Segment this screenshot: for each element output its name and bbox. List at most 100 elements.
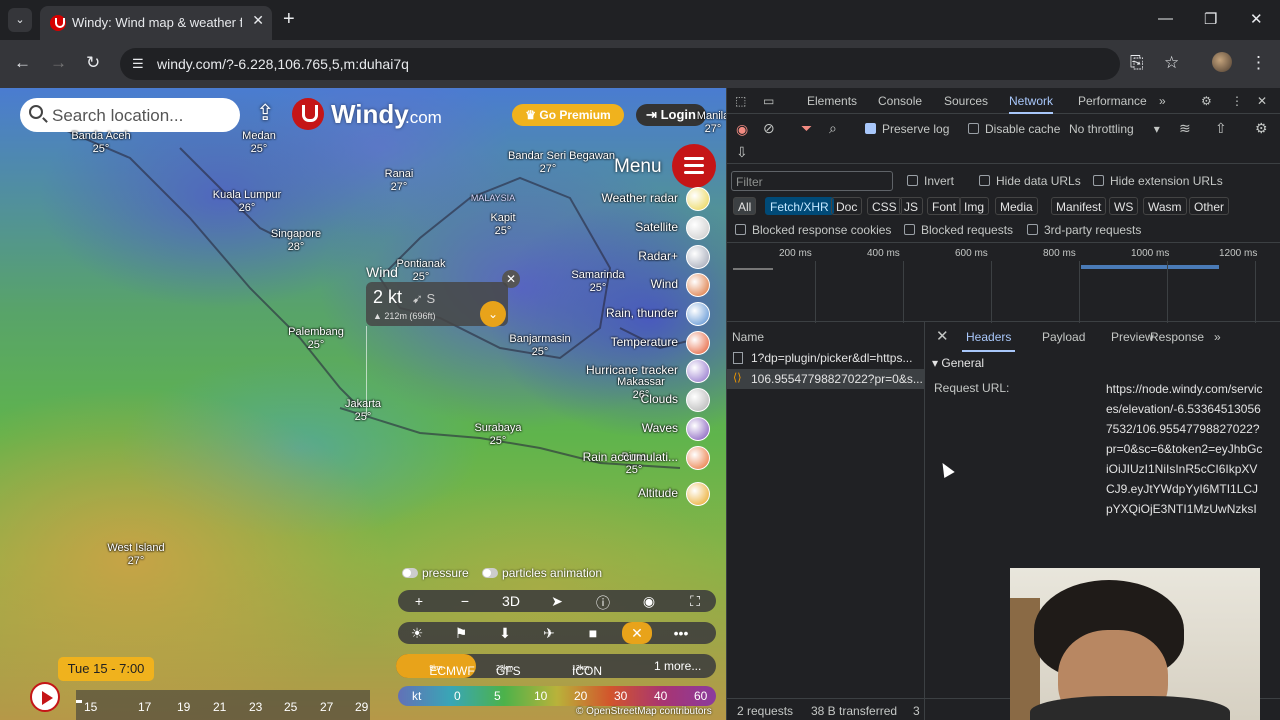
timeline-day[interactable]: 15	[84, 700, 97, 714]
type-filter-chip[interactable]: CSS	[867, 197, 902, 215]
timeline-day[interactable]: 29	[355, 700, 368, 714]
timeline-bar[interactable]: 15 17 19 21 23 25 27 29	[76, 690, 370, 720]
particles-toggle[interactable]: particles animation	[482, 566, 602, 580]
timeline-day[interactable]: 27	[320, 700, 333, 714]
browser-tab-windy[interactable]: Windy: Wind map & weather fo ✕	[40, 6, 272, 40]
request-url-value[interactable]: https://node.windy.com/services/elevatio…	[1106, 379, 1264, 519]
layer-item[interactable]: Radar+	[560, 245, 710, 269]
reload-icon[interactable]: ↻	[86, 54, 100, 72]
zoom-out-icon[interactable]: −	[450, 593, 480, 609]
timeline-day[interactable]: 17	[138, 700, 151, 714]
inspect-element-icon[interactable]: ⬚	[735, 94, 746, 108]
close-detail-icon[interactable]: ✕	[936, 327, 949, 345]
record-icon[interactable]: ◉	[736, 121, 748, 138]
more-tabs-icon[interactable]: »	[1159, 94, 1166, 108]
type-filter-chip[interactable]: Other	[1189, 197, 1230, 215]
restore-icon[interactable]: ❐	[1204, 10, 1217, 28]
layer-item[interactable]: Hurricane tracker	[560, 359, 710, 383]
fullscreen-icon[interactable]: ⛶	[680, 593, 710, 610]
layer-item[interactable]: Rain accumulati...	[560, 446, 710, 470]
third-party-checkbox[interactable]: 3rd-party requests	[1027, 223, 1141, 237]
network-settings-gear-icon[interactable]: ⚙	[1255, 120, 1268, 137]
tab-console[interactable]: Console	[878, 94, 922, 108]
detail-tab-headers[interactable]: Headers	[961, 330, 1016, 352]
flag-icon[interactable]: ⚑	[446, 625, 476, 642]
tab-elements[interactable]: Elements	[807, 94, 857, 108]
type-filter-chip[interactable]: Manifest	[1051, 197, 1107, 215]
type-filter-chip[interactable]: JS	[899, 197, 924, 215]
close-tab-icon[interactable]: ✕	[252, 12, 264, 29]
type-filter-chip[interactable]: Wasm	[1143, 197, 1187, 215]
disable-cache-checkbox[interactable]: Disable cache	[968, 122, 1060, 136]
city-label[interactable]: Jakarta 25°	[323, 398, 403, 424]
locate-icon[interactable]: ➤	[542, 593, 572, 610]
detail-tab-payload[interactable]: Payload	[1042, 330, 1085, 344]
timeline-day[interactable]: 21	[213, 700, 226, 714]
close-window-icon[interactable]: ✕	[1250, 10, 1263, 28]
city-label[interactable]: Ranai 27°	[359, 168, 439, 194]
3d-view-icon[interactable]: 3D	[496, 593, 526, 609]
weather-icon[interactable]: ☀	[402, 625, 432, 642]
city-label[interactable]: Kuala Lumpur 26°	[207, 189, 287, 215]
city-label[interactable]: Kapit 25°	[463, 212, 543, 238]
throttling-select[interactable]: No throttling ▾	[1069, 122, 1160, 136]
request-row[interactable]: ⟨⟩ 106.95547798827022?pr=0&s...	[727, 369, 925, 389]
type-filter-chip[interactable]: Media	[995, 197, 1038, 215]
type-filter-chip[interactable]: Fetch/XHR	[765, 197, 834, 215]
layer-item[interactable]: Weather radar	[560, 187, 710, 211]
model-more[interactable]: 1 more...	[654, 659, 701, 673]
search-network-icon[interactable]: ⌕	[829, 120, 837, 137]
type-filter-chip[interactable]: WS	[1109, 197, 1139, 215]
browser-menu-icon[interactable]: ⋮	[1250, 53, 1267, 73]
network-overview-timeline[interactable]: 200 ms 400 ms 600 ms 800 ms 1000 ms 1200 ms	[727, 242, 1280, 323]
model-icon[interactable]: ICON 13km	[572, 659, 602, 678]
url-text[interactable]: windy.com/?-6.228,106.765,5,m:duhai7q	[157, 56, 409, 72]
tab-sources[interactable]: Sources	[944, 94, 988, 108]
request-row[interactable]: 1?dp=plugin/picker&dl=https...	[727, 348, 925, 368]
install-app-icon[interactable]: ⎘	[1130, 53, 1144, 73]
bookmark-star-icon[interactable]: ☆	[1164, 53, 1179, 73]
go-premium-button[interactable]: ♛ Go Premium	[512, 104, 624, 126]
city-label[interactable]: Singapore 28°	[256, 228, 336, 254]
popup-expand-chevron-icon[interactable]: ⌄	[480, 301, 506, 327]
name-column-header[interactable]: Name	[732, 330, 764, 344]
clear-icon[interactable]: ⊘	[763, 120, 775, 137]
search-location-box[interactable]: Search location...	[20, 98, 240, 132]
general-section[interactable]: ▾ General	[932, 356, 984, 370]
hide-extension-urls-checkbox[interactable]: Hide extension URLs	[1093, 174, 1223, 188]
back-arrow-icon[interactable]: ←	[14, 54, 31, 72]
city-label[interactable]: MALAYSIA	[453, 192, 533, 205]
info-icon[interactable]: ⓘ	[588, 593, 618, 613]
windy-map[interactable]: Search location... ⇪ Windy .com ♛ Go Pre…	[0, 88, 726, 720]
layer-item[interactable]: Temperature	[560, 331, 710, 355]
detail-tab-response[interactable]: Response	[1150, 330, 1204, 344]
new-tab-plus-icon[interactable]: +	[283, 9, 295, 29]
filter-input[interactable]: Filter	[731, 171, 893, 191]
filter-funnel-icon[interactable]: ⏷	[801, 120, 812, 137]
model-ecmwf[interactable]: ECMWF 9km	[396, 654, 476, 678]
blocked-requests-checkbox[interactable]: Blocked requests	[904, 223, 1013, 237]
site-settings-icon[interactable]: ☰	[132, 56, 144, 72]
network-conditions-icon[interactable]: ≋	[1179, 120, 1191, 137]
city-label[interactable]: Palembang 25°	[276, 326, 356, 352]
timeline-day[interactable]: 19	[177, 700, 190, 714]
layers-toggle-icon[interactable]: ◉	[634, 593, 664, 610]
city-label[interactable]: Banda Aceh 25°	[61, 130, 141, 156]
city-label[interactable]: Medan 25°	[219, 130, 299, 156]
forward-arrow-icon[interactable]: →	[50, 54, 67, 72]
type-filter-chip[interactable]: Img	[959, 197, 990, 215]
close-devtools-icon[interactable]: ✕	[1257, 94, 1267, 108]
type-filter-chip[interactable]: All	[733, 197, 757, 215]
more-icon[interactable]: •••	[666, 625, 696, 641]
pressure-toggle[interactable]: pressure	[402, 566, 469, 580]
devtools-menu-icon[interactable]: ⋮	[1231, 94, 1243, 108]
detail-tab-preview[interactable]: Preview	[1111, 330, 1154, 344]
layer-item[interactable]: Waves	[560, 417, 710, 441]
layer-item[interactable]: Clouds	[560, 388, 710, 412]
layer-item[interactable]: Rain, thunder	[560, 302, 710, 326]
profile-avatar[interactable]	[1212, 52, 1232, 72]
more-detail-tabs-icon[interactable]: »	[1214, 330, 1221, 344]
zoom-in-icon[interactable]: +	[404, 593, 434, 609]
invert-checkbox[interactable]: Invert	[907, 174, 954, 188]
city-label[interactable]: Manila 27°	[673, 110, 726, 136]
